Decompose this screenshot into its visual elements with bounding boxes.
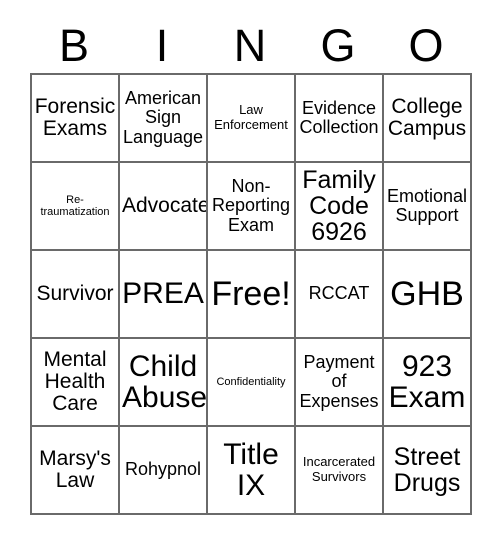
bingo-header-letter-i: I xyxy=(155,20,169,71)
bingo-cell-g3[interactable]: RCCAT xyxy=(296,251,384,339)
bingo-card: B I N G O Forensic Exams American Sign L… xyxy=(0,0,500,544)
bingo-cell-n5[interactable]: Title IX xyxy=(208,427,296,515)
bingo-cell-label: GHB xyxy=(390,274,464,313)
bingo-cell-label: RCCAT xyxy=(308,283,370,304)
bingo-cell-n4[interactable]: Confidentiality xyxy=(208,339,296,427)
bingo-cell-label: Rohypnol xyxy=(124,459,202,480)
bingo-cell-b1[interactable]: Forensic Exams xyxy=(32,75,120,163)
bingo-cell-n2[interactable]: Non-Reporting Exam xyxy=(208,163,296,251)
bingo-cell-b5[interactable]: Marsy's Law xyxy=(32,427,120,515)
bingo-cell-b3[interactable]: Survivor xyxy=(32,251,120,339)
bingo-cell-i4[interactable]: Child Abuse xyxy=(120,339,208,427)
bingo-cell-label: Payment of Expenses xyxy=(299,351,379,411)
bingo-cell-label: Street Drugs xyxy=(393,442,461,497)
bingo-header-letter-n: N xyxy=(233,20,267,71)
bingo-header-row: B I N G O xyxy=(30,18,470,73)
bingo-header-letter-g: G xyxy=(320,20,356,71)
bingo-cell-label: Mental Health Care xyxy=(43,347,107,416)
bingo-cell-label: Non-Reporting Exam xyxy=(211,175,291,235)
bingo-cell-label: Forensic Exams xyxy=(34,94,116,140)
bingo-header-letter-b: B xyxy=(58,20,89,71)
bingo-cell-g5[interactable]: Incarcerated Survivors xyxy=(296,427,384,515)
bingo-cell-label: Evidence Collection xyxy=(299,97,379,137)
bingo-cell-label: Confidentiality xyxy=(216,375,286,388)
bingo-cell-label: Title IX xyxy=(223,437,279,502)
bingo-cell-label: Advocate xyxy=(122,193,208,217)
bingo-cell-g1[interactable]: Evidence Collection xyxy=(296,75,384,163)
bingo-cell-label: Family Code 6926 xyxy=(302,165,376,247)
bingo-grid: Forensic Exams American Sign Language La… xyxy=(30,73,472,515)
bingo-cell-b4[interactable]: Mental Health Care xyxy=(32,339,120,427)
bingo-cell-g2[interactable]: Family Code 6926 xyxy=(296,163,384,251)
bingo-cell-label: Survivor xyxy=(36,281,114,305)
bingo-cell-o1[interactable]: College Campus xyxy=(384,75,472,163)
bingo-cell-i3[interactable]: PREA xyxy=(120,251,208,339)
bingo-cell-label: College Campus xyxy=(387,94,467,140)
bingo-cell-label: PREA xyxy=(122,277,204,311)
bingo-cell-i2[interactable]: Advocate xyxy=(120,163,208,251)
bingo-cell-n1[interactable]: Law Enforcement xyxy=(208,75,296,163)
bingo-cell-o3[interactable]: GHB xyxy=(384,251,472,339)
bingo-cell-i5[interactable]: Rohypnol xyxy=(120,427,208,515)
bingo-cell-g4[interactable]: Payment of Expenses xyxy=(296,339,384,427)
bingo-cell-i1[interactable]: American Sign Language xyxy=(120,75,208,163)
bingo-cell-o4[interactable]: 923 Exam xyxy=(384,339,472,427)
bingo-cell-label: Child Abuse xyxy=(122,349,208,414)
bingo-cell-o5[interactable]: Street Drugs xyxy=(384,427,472,515)
bingo-cell-label: American Sign Language xyxy=(122,87,204,147)
bingo-cell-label: Emotional Support xyxy=(386,185,468,225)
bingo-cell-label: Law Enforcement xyxy=(214,102,288,132)
bingo-cell-free-space[interactable]: Free! xyxy=(208,251,296,339)
bingo-cell-b2[interactable]: Re- traumatization xyxy=(32,163,120,251)
bingo-cell-o2[interactable]: Emotional Support xyxy=(384,163,472,251)
bingo-cell-label: Marsy's Law xyxy=(39,446,111,492)
bingo-free-space-label: Free! xyxy=(211,274,291,313)
bingo-cell-label: 923 Exam xyxy=(388,349,466,414)
bingo-header-letter-o: O xyxy=(408,20,444,71)
bingo-cell-label: Incarcerated Survivors xyxy=(302,454,376,484)
bingo-cell-label: Re- traumatization xyxy=(40,193,110,218)
